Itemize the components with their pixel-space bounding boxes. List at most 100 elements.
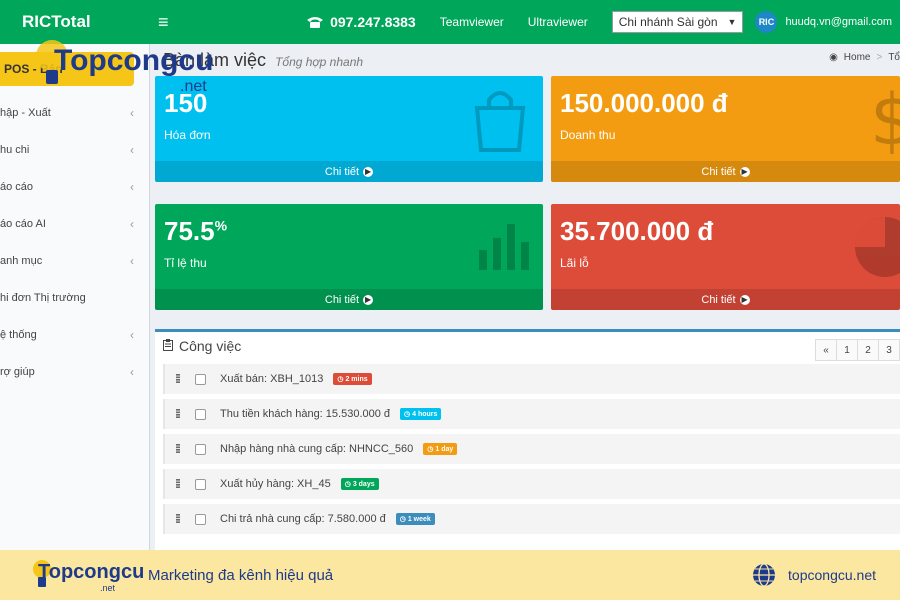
detail-label: Chi tiết — [324, 165, 360, 178]
svg-text:$: $ — [870, 84, 900, 154]
top-navbar: RICTotal ≡ 097.247.8383 Teamviewer Ultra… — [0, 0, 900, 44]
todo-checkbox[interactable] — [195, 513, 206, 525]
todo-text: Nhập hàng nhà cung cấp: NHNCC_560 — [220, 443, 414, 455]
arrow-circle-right-icon: ▶ — [739, 166, 750, 177]
sidebar-item-label: ệ thống — [0, 328, 37, 341]
tasks-header: Công việc — [155, 332, 900, 360]
todo-item: ⁞⁞ Thu tiền khách hàng: 15.530.000 đ ◷ 4 … — [163, 399, 900, 429]
stat-value: 150 — [164, 88, 208, 118]
user-avatar[interactable]: RIC — [755, 11, 778, 33]
stat-label: Doanh thu — [560, 128, 616, 142]
drag-handle-icon[interactable]: ⁞⁞ — [175, 442, 193, 456]
stat-box-collection-rate: 75.5% Tỉ lệ thu Chi tiết ▶ — [155, 204, 543, 310]
todo-text: Chi trả nhà cung cấp: 7.580.000 đ — [220, 513, 386, 525]
globe-icon — [753, 563, 776, 587]
sidebar-item-he-thong[interactable]: ệ thống ‹ — [0, 316, 150, 353]
sidebar-menu: hập - Xuất ‹ hu chi ‹ áo cáo ‹ áo cáo AI ‹ a… — [0, 94, 150, 390]
pager-prev[interactable]: « — [815, 339, 837, 361]
stat-detail-link[interactable]: Chi tiết ▶ — [155, 161, 543, 182]
breadcrumb-current: Tổ — [888, 52, 900, 63]
todo-text: Thu tiền khách hàng: 15.530.000 đ — [220, 408, 391, 420]
chevron-left-icon: ‹ — [130, 105, 134, 120]
sidebar-item-label: hi đơn Thị trường — [0, 291, 86, 304]
sidebar-item-bao-cao-ai[interactable]: áo cáo AI ‹ — [0, 205, 150, 242]
main-content: Bàn làm việc Tổng hợp nhanh ◉ Home > Tổ … — [155, 44, 900, 550]
stat-detail-link[interactable]: Chi tiết ▶ — [155, 289, 543, 310]
app-logo[interactable]: RICTotal — [0, 12, 150, 32]
detail-label: Chi tiết — [324, 293, 360, 306]
breadcrumb-separator: > — [876, 52, 883, 63]
sidebar-item-thu-chi[interactable]: hu chi ‹ — [0, 131, 150, 168]
time-badge-label: 1 day — [435, 445, 454, 453]
sidebar-item-danh-muc[interactable]: anh mục ‹ — [0, 242, 150, 279]
time-badge: ◷ 4 hours — [400, 408, 442, 420]
stat-detail-link[interactable]: Chi tiết ▶ — [551, 289, 900, 310]
sidebar-item-label: anh mục — [0, 254, 43, 267]
detail-label: Chi tiết — [701, 165, 736, 178]
arrow-circle-right-icon: ▶ — [739, 294, 750, 305]
stat-label: Hóa đơn — [164, 128, 211, 142]
detail-label: Chi tiết — [701, 293, 736, 306]
pager-page-2[interactable]: 2 — [857, 339, 879, 361]
todo-item: ⁞⁞ Xuất bán: XBH_1013 ◷ 2 mins — [163, 364, 900, 394]
drag-handle-icon[interactable]: ⁞⁞ — [175, 512, 193, 526]
time-badge-label: 3 days — [352, 480, 375, 488]
chevron-left-icon: ‹ — [130, 327, 134, 342]
pager-page-3[interactable]: 3 — [878, 339, 900, 361]
page-subtitle: Tổng hợp nhanh — [275, 55, 364, 69]
sidebar-item-label: rợ giúp — [0, 365, 35, 378]
chevron-left-icon: ‹ — [130, 253, 134, 268]
dashboard-icon: ◉ — [829, 52, 838, 63]
sidebar-item-chi-don-thi-truong[interactable]: hi đơn Thị trường — [0, 279, 150, 316]
clock-icon: ◷ — [337, 376, 344, 383]
pager-page-1[interactable]: 1 — [836, 339, 858, 361]
ultraviewer-link[interactable]: Ultraviewer — [528, 15, 588, 29]
page-title: Bàn làm việc Tổng hợp nhanh — [163, 50, 363, 71]
time-badge-label: 4 hours — [412, 410, 438, 418]
sidebar: POS - Bán hập - Xuất ‹ hu chi ‹ áo cáo ‹ áo… — [0, 44, 150, 600]
drag-handle-icon[interactable]: ⁞⁞ — [175, 372, 193, 386]
breadcrumb-home[interactable]: Home — [844, 52, 871, 63]
sidebar-item-tro-giup[interactable]: rợ giúp ‹ — [0, 353, 150, 390]
branch-select[interactable]: Chi nhánh Sài gòn ▼ — [611, 11, 744, 33]
tasks-panel: Công việc « 1 2 3 ⁞⁞ Xuất bán: XBH_1013 … — [155, 329, 900, 550]
todo-checkbox[interactable] — [195, 443, 206, 455]
phone-icon — [306, 15, 324, 29]
teamviewer-link[interactable]: Teamviewer — [440, 15, 504, 29]
todo-checkbox[interactable] — [195, 373, 206, 385]
stat-box-invoices: 150 Hóa đơn Chi tiết ▶ — [155, 76, 543, 182]
shopping-bag-icon — [465, 84, 535, 157]
todo-item: ⁞⁞ Chi trả nhà cung cấp: 7.580.000 đ ◷ 1 … — [163, 504, 900, 534]
drag-handle-icon[interactable]: ⁞⁞ — [175, 477, 193, 491]
drag-handle-icon[interactable]: ⁞⁞ — [175, 407, 193, 421]
clock-icon: ◷ — [399, 516, 406, 523]
promo-banner: Topcongcu .net Marketing đa kênh hiệu qu… — [0, 550, 900, 600]
banner-website[interactable]: topcongcu.net — [752, 563, 876, 587]
page-title-text: Bàn làm việc — [163, 50, 267, 70]
todo-checkbox[interactable] — [195, 408, 206, 420]
sidebar-item-nhap-xuat[interactable]: hập - Xuất ‹ — [0, 94, 150, 131]
pos-button[interactable]: POS - Bán — [0, 52, 134, 86]
sidebar-item-bao-cao[interactable]: áo cáo ‹ — [0, 168, 150, 205]
time-badge-label: 1 week — [407, 515, 431, 523]
banner-logo[interactable]: Topcongcu .net — [30, 553, 144, 597]
arrow-circle-right-icon: ▶ — [363, 294, 374, 305]
todo-checkbox[interactable] — [195, 478, 206, 490]
time-badge-label: 2 mins — [345, 375, 368, 383]
banner-brand-suffix: .net — [100, 583, 116, 593]
arrow-circle-right-icon: ▶ — [363, 166, 374, 177]
sidebar-toggle-icon[interactable]: ≡ — [158, 12, 188, 33]
dropdown-arrow-icon: ▼ — [727, 17, 737, 27]
user-email[interactable]: huudq.vn@gmail.com — [785, 16, 892, 28]
stat-label: Tỉ lệ thu — [164, 256, 207, 270]
branch-value: Chi nhánh Sài gòn — [618, 15, 718, 29]
time-badge: ◷ 3 days — [340, 478, 379, 490]
breadcrumb: ◉ Home > Tổ — [829, 52, 900, 63]
sidebar-item-label: áo cáo — [0, 180, 34, 193]
banner-brand: Topcongcu — [38, 561, 145, 583]
time-badge: ◷ 1 day — [423, 443, 458, 455]
hotline[interactable]: 097.247.8383 — [306, 14, 416, 30]
stat-detail-link[interactable]: Chi tiết ▶ — [551, 161, 900, 182]
pie-chart-icon — [850, 212, 900, 285]
clock-icon: ◷ — [404, 411, 411, 418]
